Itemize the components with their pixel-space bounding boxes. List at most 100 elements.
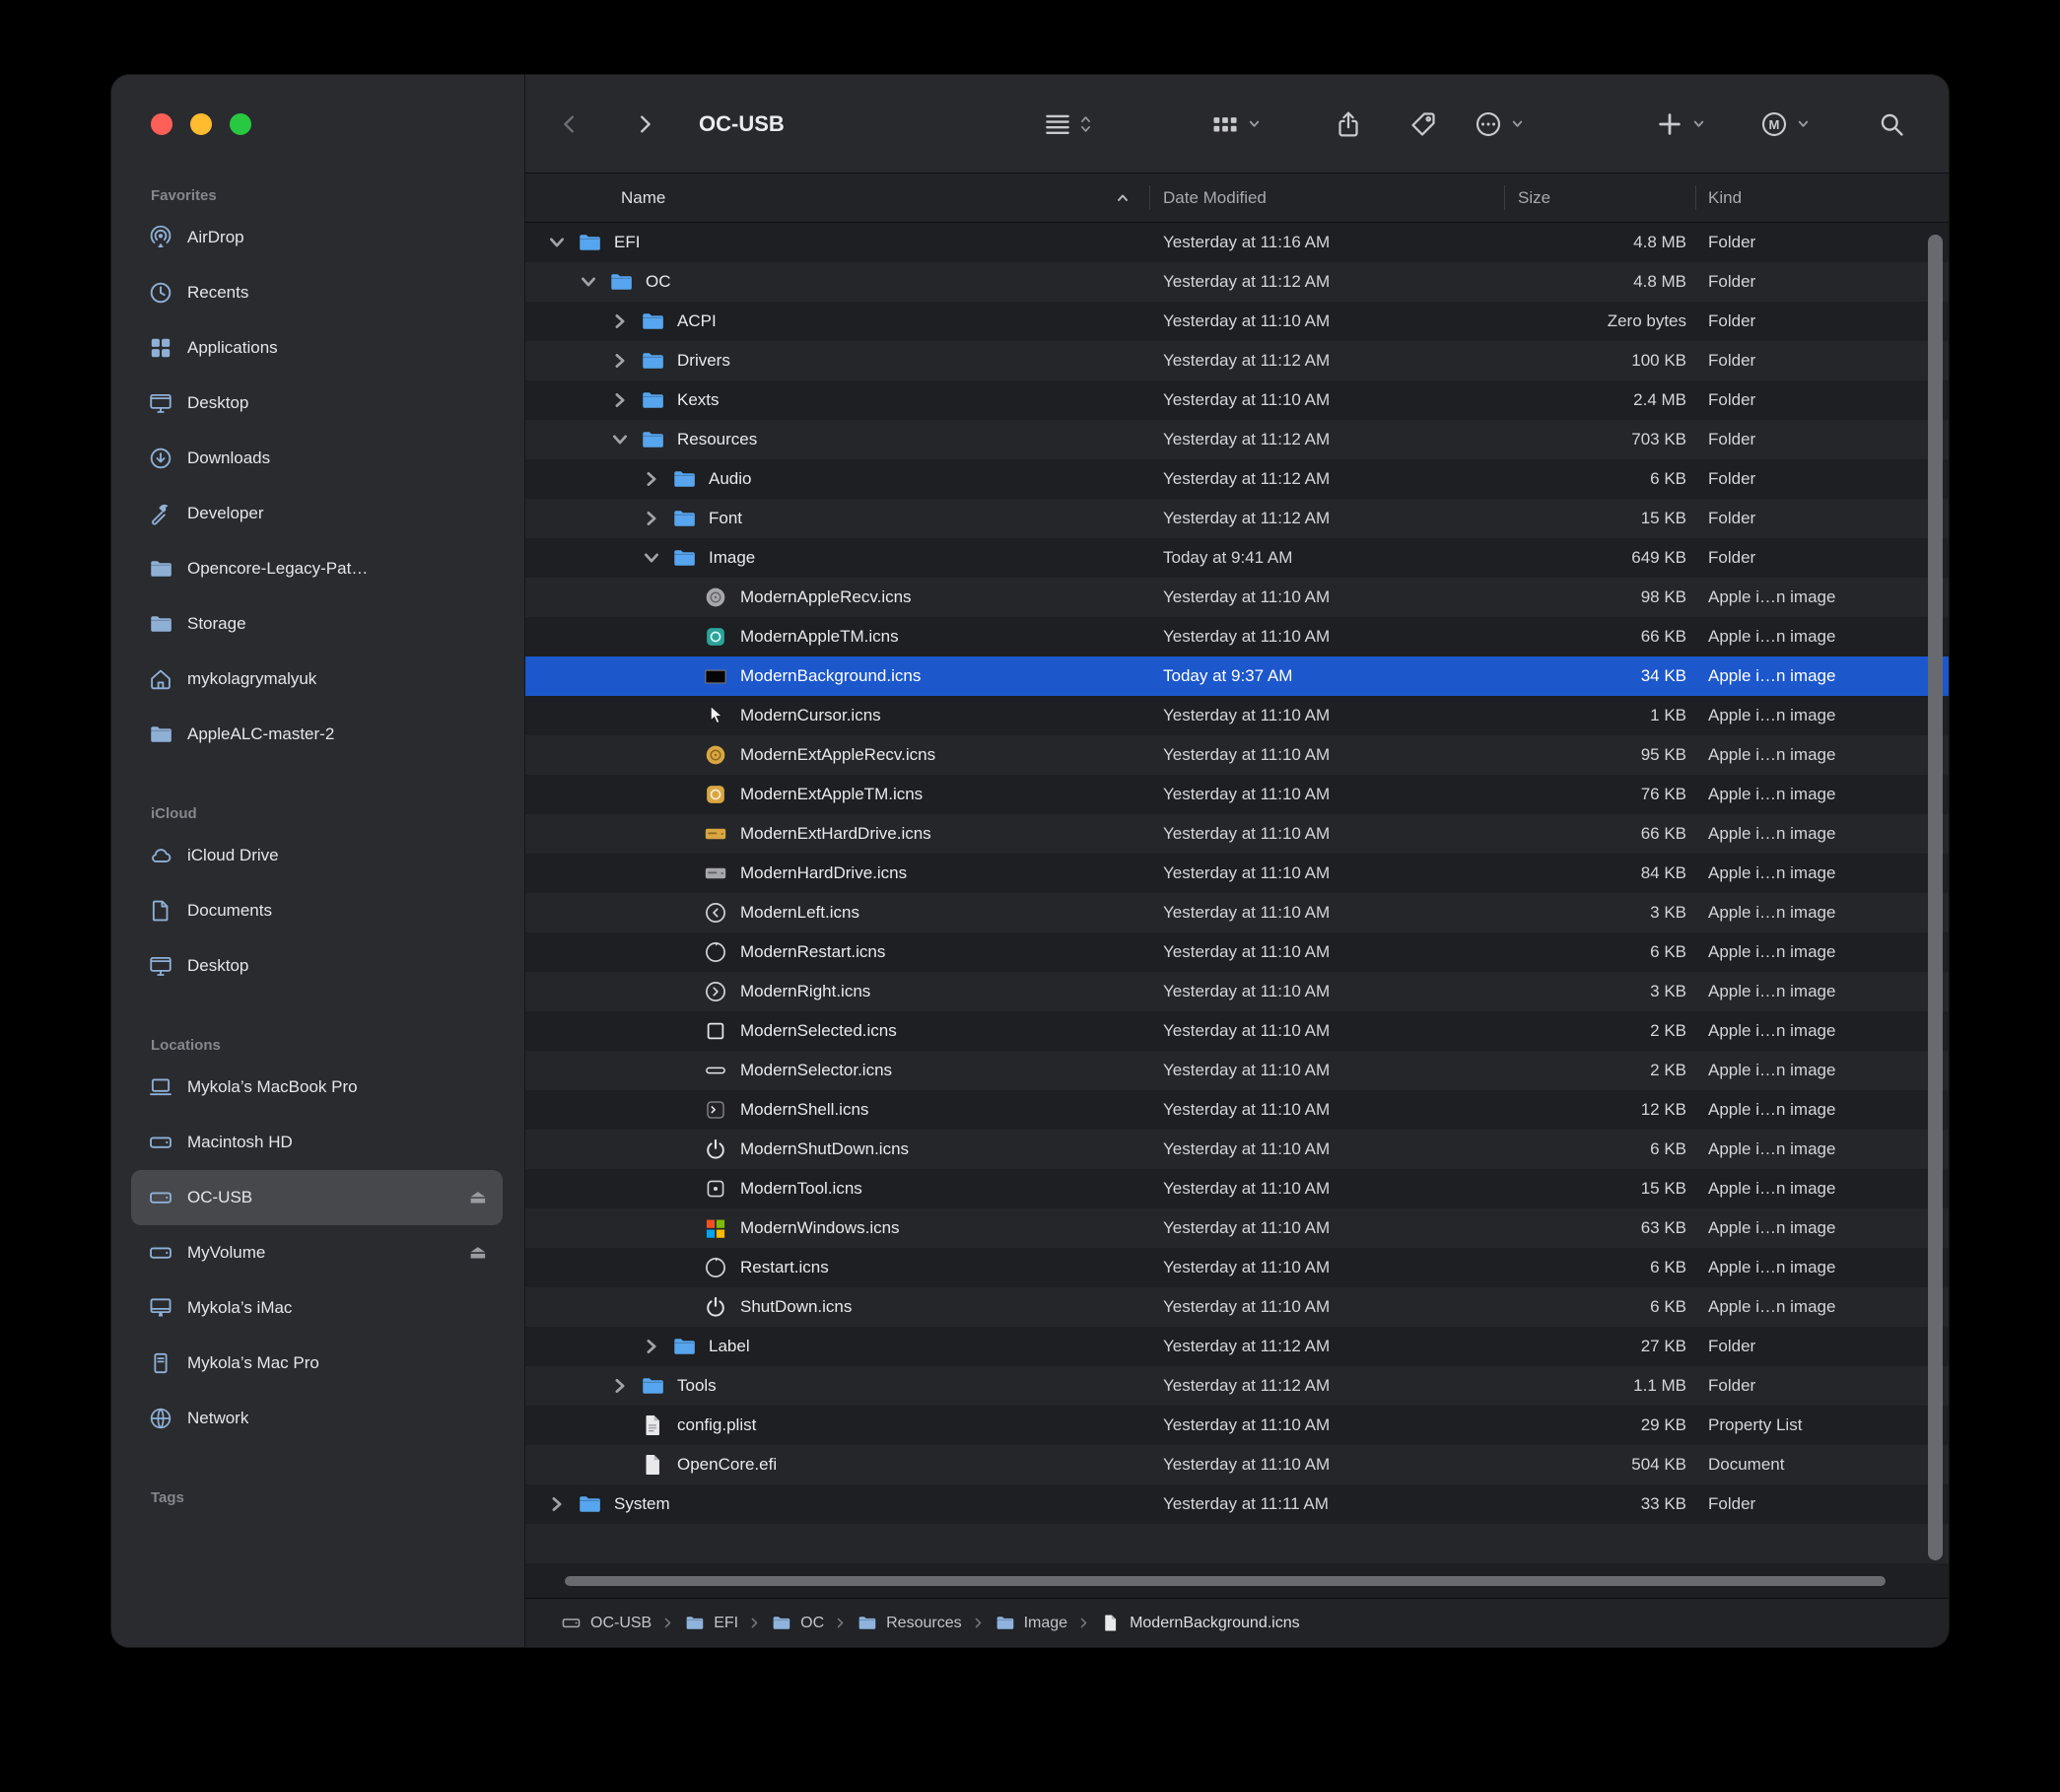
close-button[interactable] <box>151 113 172 135</box>
path-separator-icon <box>1077 1617 1090 1629</box>
file-row-modernappletm-icns[interactable]: ModernAppleTM.icnsYesterday at 11:10 AM6… <box>525 617 1949 656</box>
file-row-modernwindows-icns[interactable]: ModernWindows.icnsYesterday at 11:10 AM6… <box>525 1208 1949 1248</box>
group-button[interactable] <box>1210 109 1262 139</box>
file-row-modernselector-icns[interactable]: ModernSelector.icnsYesterday at 11:10 AM… <box>525 1051 1949 1090</box>
file-row-modernextappletm-icns[interactable]: ModernExtAppleTM.icnsYesterday at 11:10 … <box>525 775 1949 814</box>
column-header-name[interactable]: Name <box>621 188 665 208</box>
file-row-modernselected-icns[interactable]: ModernSelected.icnsYesterday at 11:10 AM… <box>525 1011 1949 1051</box>
column-separator[interactable] <box>1149 185 1150 210</box>
path-item-resources[interactable]: Resources <box>857 1613 961 1633</box>
file-row-modernright-icns[interactable]: ModernRight.icnsYesterday at 11:10 AM3 K… <box>525 972 1949 1011</box>
disclosure-closed-icon[interactable] <box>642 1337 661 1356</box>
file-row-system[interactable]: SystemYesterday at 11:11 AM33 KBFolder <box>525 1484 1949 1524</box>
file-kind: Folder <box>1708 272 1755 292</box>
file-row-oc[interactable]: OCYesterday at 11:12 AM4.8 MBFolder <box>525 262 1949 302</box>
sidebar-item-applications[interactable]: Applications <box>131 320 503 376</box>
sidebar-item-oc-usb[interactable]: OC-USB⏏ <box>131 1170 503 1225</box>
sidebar-item-airdrop[interactable]: AirDrop <box>131 210 503 265</box>
file-row-restart-icns[interactable]: Restart.icnsYesterday at 11:10 AM6 KBApp… <box>525 1248 1949 1287</box>
file-row-font[interactable]: FontYesterday at 11:12 AM15 KBFolder <box>525 499 1949 538</box>
disclosure-open-icon[interactable] <box>579 272 598 292</box>
sidebar-item-recents[interactable]: Recents <box>131 265 503 320</box>
file-kind: Folder <box>1708 1494 1755 1514</box>
disclosure-open-icon[interactable] <box>610 430 630 449</box>
file-row-modernleft-icns[interactable]: ModernLeft.icnsYesterday at 11:10 AM3 KB… <box>525 893 1949 932</box>
file-row-label[interactable]: LabelYesterday at 11:12 AM27 KBFolder <box>525 1327 1949 1366</box>
sidebar-item-storage[interactable]: Storage <box>131 596 503 652</box>
file-row-image[interactable]: ImageToday at 9:41 AM649 KBFolder <box>525 538 1949 578</box>
file-row-moderntool-icns[interactable]: ModernTool.icnsYesterday at 11:10 AM15 K… <box>525 1169 1949 1208</box>
sidebar-item-icloud-drive[interactable]: iCloud Drive <box>131 828 503 883</box>
file-row-opencore-efi[interactable]: OpenCore.efiYesterday at 11:10 AM504 KBD… <box>525 1445 1949 1484</box>
file-kind: Apple i…n image <box>1708 745 1835 765</box>
file-row-modernshutdown-icns[interactable]: ModernShutDown.icnsYesterday at 11:10 AM… <box>525 1130 1949 1169</box>
file-row-modernextapplerecv-icns[interactable]: ModernExtAppleRecv.icnsYesterday at 11:1… <box>525 735 1949 775</box>
minimize-button[interactable] <box>190 113 212 135</box>
sidebar-item-mykola-s-macbook-pro[interactable]: Mykola’s MacBook Pro <box>131 1060 503 1115</box>
sidebar-item-macintosh-hd[interactable]: Macintosh HD <box>131 1115 503 1170</box>
view-mode-button[interactable] <box>1043 109 1092 139</box>
disclosure-closed-icon[interactable] <box>642 469 661 489</box>
disclosure-closed-icon[interactable] <box>610 390 630 410</box>
sidebar-item-desktop[interactable]: Desktop <box>131 938 503 994</box>
sidebar-item-mykolagrymalyuk[interactable]: mykolagrymalyuk <box>131 652 503 707</box>
disclosure-closed-icon[interactable] <box>610 1376 630 1396</box>
sidebar-item-developer[interactable]: Developer <box>131 486 503 541</box>
sidebar-item-opencore-legacy-pat[interactable]: Opencore-Legacy-Pat… <box>131 541 503 596</box>
forward-button[interactable] <box>634 110 655 138</box>
file-row-audio[interactable]: AudioYesterday at 11:12 AM6 KBFolder <box>525 459 1949 499</box>
eject-icon[interactable]: ⏏ <box>469 1187 487 1209</box>
file-row-resources[interactable]: ResourcesYesterday at 11:12 AM703 KBFold… <box>525 420 1949 459</box>
column-header-kind[interactable]: Kind <box>1708 188 1742 208</box>
disclosure-closed-icon[interactable] <box>610 311 630 331</box>
file-row-modernapplerecv-icns[interactable]: ModernAppleRecv.icnsYesterday at 11:10 A… <box>525 578 1949 617</box>
file-row-tools[interactable]: ToolsYesterday at 11:12 AM1.1 MBFolder <box>525 1366 1949 1406</box>
file-name: ModernSelected.icns <box>740 1021 897 1041</box>
disclosure-closed-icon[interactable] <box>547 1494 567 1514</box>
disclosure-open-icon[interactable] <box>547 233 567 252</box>
tags-button[interactable] <box>1408 109 1438 139</box>
file-row-modernharddrive-icns[interactable]: ModernHardDrive.icnsYesterday at 11:10 A… <box>525 854 1949 893</box>
file-row-modernbackground-icns[interactable]: ModernBackground.icnsToday at 9:37 AM34 … <box>525 656 1949 696</box>
path-item-oc[interactable]: OC <box>771 1613 824 1633</box>
eject-icon[interactable]: ⏏ <box>469 1242 487 1265</box>
column-header-size[interactable]: Size <box>1518 188 1550 208</box>
file-row-modernshell-icns[interactable]: ModernShell.icnsYesterday at 11:10 AM12 … <box>525 1090 1949 1130</box>
sidebar-item-applealc-master-2[interactable]: AppleALC-master-2 <box>131 707 503 762</box>
back-button[interactable] <box>559 110 581 138</box>
path-item-image[interactable]: Image <box>995 1613 1067 1633</box>
column-header-date-modified[interactable]: Date Modified <box>1163 188 1267 208</box>
new-folder-button[interactable] <box>1655 109 1706 139</box>
file-row-modernrestart-icns[interactable]: ModernRestart.icnsYesterday at 11:10 AM6… <box>525 932 1949 972</box>
sidebar-item-desktop[interactable]: Desktop <box>131 376 503 431</box>
zoom-button[interactable] <box>230 113 251 135</box>
horizontal-scrollbar[interactable] <box>565 1576 1886 1586</box>
file-row-kexts[interactable]: KextsYesterday at 11:10 AM2.4 MBFolder <box>525 380 1949 420</box>
search-button[interactable] <box>1878 110 1905 138</box>
sidebar-item-mykola-s-mac-pro[interactable]: Mykola’s Mac Pro <box>131 1336 503 1391</box>
file-row-efi[interactable]: EFIYesterday at 11:16 AM4.8 MBFolder <box>525 223 1949 262</box>
file-row-acpi[interactable]: ACPIYesterday at 11:10 AMZero bytesFolde… <box>525 302 1949 341</box>
column-separator[interactable] <box>1504 185 1505 210</box>
sidebar-item-documents[interactable]: Documents <box>131 883 503 938</box>
file-row-modernextharddrive-icns[interactable]: ModernExtHardDrive.icnsYesterday at 11:1… <box>525 814 1949 854</box>
column-separator[interactable] <box>1695 185 1696 210</box>
vertical-scrollbar[interactable] <box>1928 235 1943 1560</box>
file-row-drivers[interactable]: DriversYesterday at 11:12 AM100 KBFolder <box>525 341 1949 380</box>
sidebar-item-network[interactable]: Network <box>131 1391 503 1446</box>
file-row-config-plist[interactable]: config.plistYesterday at 11:10 AM29 KBPr… <box>525 1406 1949 1445</box>
path-item-oc-usb[interactable]: OC-USB <box>561 1613 652 1633</box>
file-row-shutdown-icns[interactable]: ShutDown.icnsYesterday at 11:10 AM6 KBAp… <box>525 1287 1949 1327</box>
disclosure-closed-icon[interactable] <box>610 351 630 371</box>
sidebar-item-downloads[interactable]: Downloads <box>131 431 503 486</box>
path-item-efi[interactable]: EFI <box>684 1613 738 1633</box>
path-item-modernbackground-icns[interactable]: ModernBackground.icns <box>1100 1613 1300 1633</box>
more-actions-button[interactable] <box>1474 109 1525 139</box>
account-button[interactable]: M <box>1759 109 1811 139</box>
disclosure-open-icon[interactable] <box>642 548 661 568</box>
sidebar-item-myvolume[interactable]: MyVolume⏏ <box>131 1225 503 1280</box>
disclosure-closed-icon[interactable] <box>642 509 661 528</box>
share-button[interactable] <box>1334 109 1363 139</box>
sidebar-item-mykola-s-imac[interactable]: Mykola’s iMac <box>131 1280 503 1336</box>
file-row-moderncursor-icns[interactable]: ModernCursor.icnsYesterday at 11:10 AM1 … <box>525 696 1949 735</box>
